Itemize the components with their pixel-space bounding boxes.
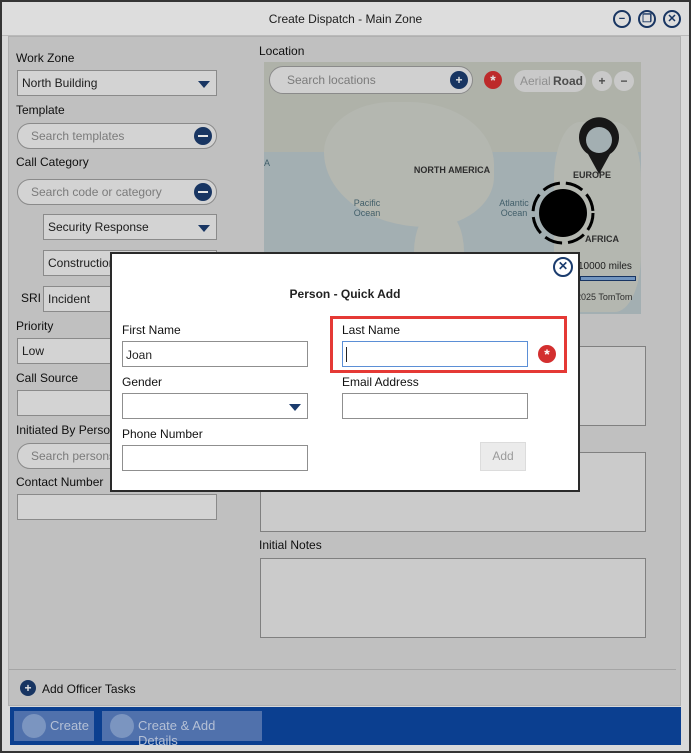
phone-field[interactable] xyxy=(122,445,308,471)
gender-select[interactable] xyxy=(122,393,308,419)
person-quick-add-dialog: ✕ Person - Quick Add First Name Joan Las… xyxy=(110,252,580,492)
phone-label: Phone Number xyxy=(122,427,203,441)
text-caret xyxy=(346,347,347,362)
last-name-label: Last Name xyxy=(342,323,401,337)
email-field[interactable] xyxy=(342,393,528,419)
last-name-field[interactable] xyxy=(342,341,528,367)
add-button[interactable]: Add xyxy=(480,442,526,471)
dialog-title: Person - Quick Add xyxy=(289,287,401,301)
first-name-field[interactable]: Joan xyxy=(122,341,308,367)
close-icon[interactable]: ✕ xyxy=(553,257,573,277)
first-name-label: First Name xyxy=(122,323,181,337)
required-icon: * xyxy=(538,345,556,363)
gender-label: Gender xyxy=(122,375,163,389)
email-label: Email Address xyxy=(342,375,419,389)
